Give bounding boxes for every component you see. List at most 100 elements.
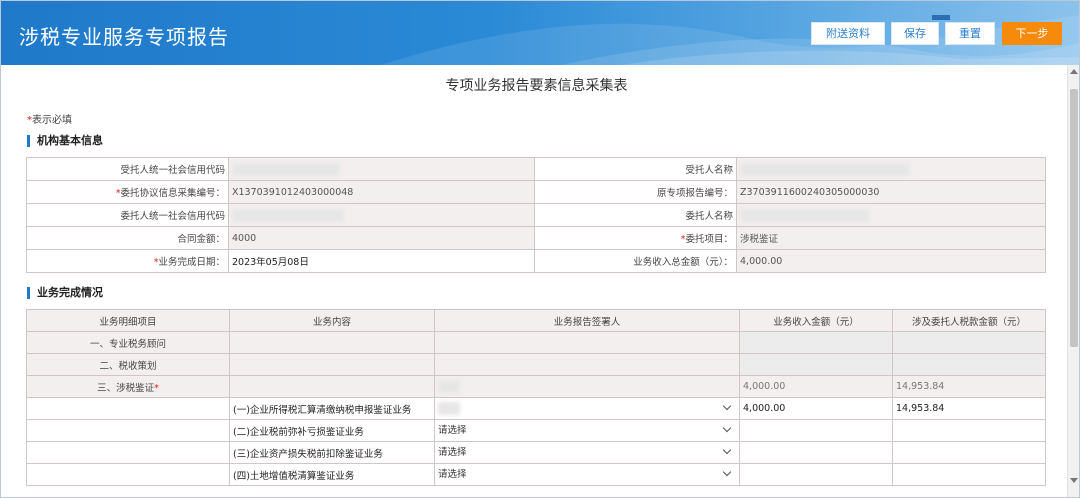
table-row: (一)企业所得税汇算清缴纳税申报鉴证业务 4,000.00 14,953.84 (26, 397, 1046, 420)
tax-input[interactable]: 14,953.84 (892, 397, 1046, 420)
save-button[interactable]: 保存 (891, 22, 939, 45)
app-window: 涉税专业服务专项报告 附送资料 保存 重置 下一步 专项业务报告要素信息采集表 … (0, 0, 1080, 498)
item-label: (一)企业所得税汇算清缴纳税申报鉴证业务 (229, 397, 435, 420)
income-input[interactable]: 4,000.00 (739, 397, 893, 420)
contract-amount-value: 4000 (228, 226, 535, 250)
chevron-down-icon (722, 445, 732, 455)
field-label: 合同金额： (26, 226, 229, 250)
table-header-row: 业务明细项目 业务内容 业务报告签署人 业务收入金额（元） 涉及委托人税款金额（… (26, 309, 1046, 332)
scroll-up-arrow-icon[interactable] (1070, 69, 1078, 74)
redacted-value (740, 208, 870, 222)
redacted-value (438, 402, 460, 415)
field-label: *业务完成日期： (26, 249, 229, 273)
trustee-name-value (736, 157, 1046, 181)
section-title-basic: 机构基本信息 (27, 135, 103, 147)
tax-amount: 14,953.84 (892, 375, 1046, 398)
table-row: 三、涉税鉴证* 4,000.00 14,953.84 (26, 375, 1046, 398)
tax-input[interactable] (892, 463, 1046, 486)
next-step-button[interactable]: 下一步 (1002, 22, 1062, 45)
empty-cell (739, 331, 893, 354)
column-header: 业务内容 (229, 309, 435, 332)
field-label: 原专项报告编号： (534, 180, 737, 204)
table-row: *委托协议信息采集编号： X1370391012403000048 原专项报告编… (26, 180, 1046, 204)
empty-cell (892, 353, 1046, 376)
header-bar: 涉税专业服务专项报告 附送资料 保存 重置 下一步 (1, 1, 1079, 65)
total-income-value: 4,000.00 (736, 249, 1046, 273)
original-report-no-value: Z3703911600240305000030 (736, 180, 1046, 204)
field-label: 委托人名称 (534, 203, 737, 227)
empty-cell (739, 353, 893, 376)
field-label: 受托人名称 (534, 157, 737, 181)
table-row: *业务完成日期： 2023年05月08日 业务收入总金额（元）： 4,000.0… (26, 249, 1046, 273)
empty-cell (229, 353, 435, 376)
table-row: 一、专业税务顾问 (26, 331, 1046, 354)
agreement-code-value: X1370391012403000048 (228, 180, 535, 204)
income-amount: 4,000.00 (739, 375, 893, 398)
empty-cell (229, 331, 435, 354)
client-name-value (736, 203, 1046, 227)
table-row: (四)土地增值税清算鉴证业务 请选择 (26, 463, 1046, 486)
redacted-value (232, 208, 344, 222)
table-row: (三)企业资产损失税前扣除鉴证业务 请选择 (26, 441, 1046, 464)
empty-cell (26, 397, 230, 420)
signer-select[interactable]: 请选择 (434, 463, 740, 486)
item-label: (四)土地增值税清算鉴证业务 (229, 463, 435, 486)
chevron-down-icon (722, 401, 732, 411)
category-label: 三、涉税鉴证* (26, 375, 230, 398)
basic-info-table: 受托人统一社会信用代码 受托人名称 *委托协议信息采集编号： X13703910… (26, 157, 1046, 273)
table-row: (二)企业税前弥补亏损鉴证业务 请选择 (26, 419, 1046, 442)
item-label: (三)企业资产损失税前扣除鉴证业务 (229, 441, 435, 464)
completion-date-input[interactable]: 2023年05月08日 (228, 249, 535, 273)
table-row: 受托人统一社会信用代码 受托人名称 (26, 157, 1046, 181)
empty-cell (26, 463, 230, 486)
section-title-business: 业务完成情况 (27, 287, 103, 299)
category-label: 一、专业税务顾问 (26, 331, 230, 354)
form-content: 专项业务报告要素信息采集表 *表示必填 机构基本信息 受托人统一社会信用代码 受… (7, 65, 1066, 497)
signer-select[interactable] (434, 397, 740, 420)
field-label: 受托人统一社会信用代码 (26, 157, 229, 181)
column-header: 业务收入金额（元） (739, 309, 893, 332)
attach-materials-button[interactable]: 附送资料 (811, 22, 885, 45)
empty-cell (434, 331, 740, 354)
income-input[interactable] (739, 441, 893, 464)
field-label: 委托人统一社会信用代码 (26, 203, 229, 227)
scrollbar-thumb[interactable] (1070, 89, 1078, 347)
field-label: *委托协议信息采集编号： (26, 180, 229, 204)
form-title: 专项业务报告要素信息采集表 (445, 78, 628, 94)
chevron-down-icon (722, 423, 732, 433)
redacted-value (740, 162, 910, 176)
tax-input[interactable] (892, 441, 1046, 464)
field-label: 业务收入总金额（元）： (534, 249, 737, 273)
empty-cell (434, 353, 740, 376)
redacted-value (232, 162, 340, 176)
signer-select[interactable]: 请选择 (434, 419, 740, 442)
table-row: 合同金额： 4000 *委托项目： 涉税鉴证 (26, 226, 1046, 250)
chevron-down-icon (722, 467, 732, 477)
tax-input[interactable] (892, 419, 1046, 442)
signer-cell (434, 375, 740, 398)
scroll-down-arrow-icon[interactable] (1070, 478, 1078, 483)
app-title: 涉税专业服务专项报告 (19, 25, 229, 49)
vertical-scrollbar[interactable] (1067, 65, 1079, 497)
signer-select[interactable]: 请选择 (434, 441, 740, 464)
empty-cell (229, 375, 435, 398)
empty-cell (26, 441, 230, 464)
business-table: 业务明细项目 业务内容 业务报告签署人 业务收入金额（元） 涉及委托人税款金额（… (26, 309, 1046, 486)
table-row: 二、税收策划 (26, 353, 1046, 376)
income-input[interactable] (739, 463, 893, 486)
trustee-credit-code-value (228, 157, 535, 181)
item-label: (二)企业税前弥补亏损鉴证业务 (229, 419, 435, 442)
field-label: *委托项目： (534, 226, 737, 250)
required-note-text: 表示必填 (32, 115, 72, 126)
reset-button[interactable]: 重置 (945, 22, 995, 45)
empty-cell (26, 419, 230, 442)
category-label: 二、税收策划 (26, 353, 230, 376)
income-input[interactable] (739, 419, 893, 442)
column-header: 业务报告签署人 (434, 309, 740, 332)
required-note: *表示必填 (27, 111, 72, 126)
empty-cell (892, 331, 1046, 354)
flag-icon (932, 15, 950, 20)
redacted-value (438, 380, 460, 393)
column-header: 业务明细项目 (26, 309, 230, 332)
table-row: 委托人统一社会信用代码 委托人名称 (26, 203, 1046, 227)
